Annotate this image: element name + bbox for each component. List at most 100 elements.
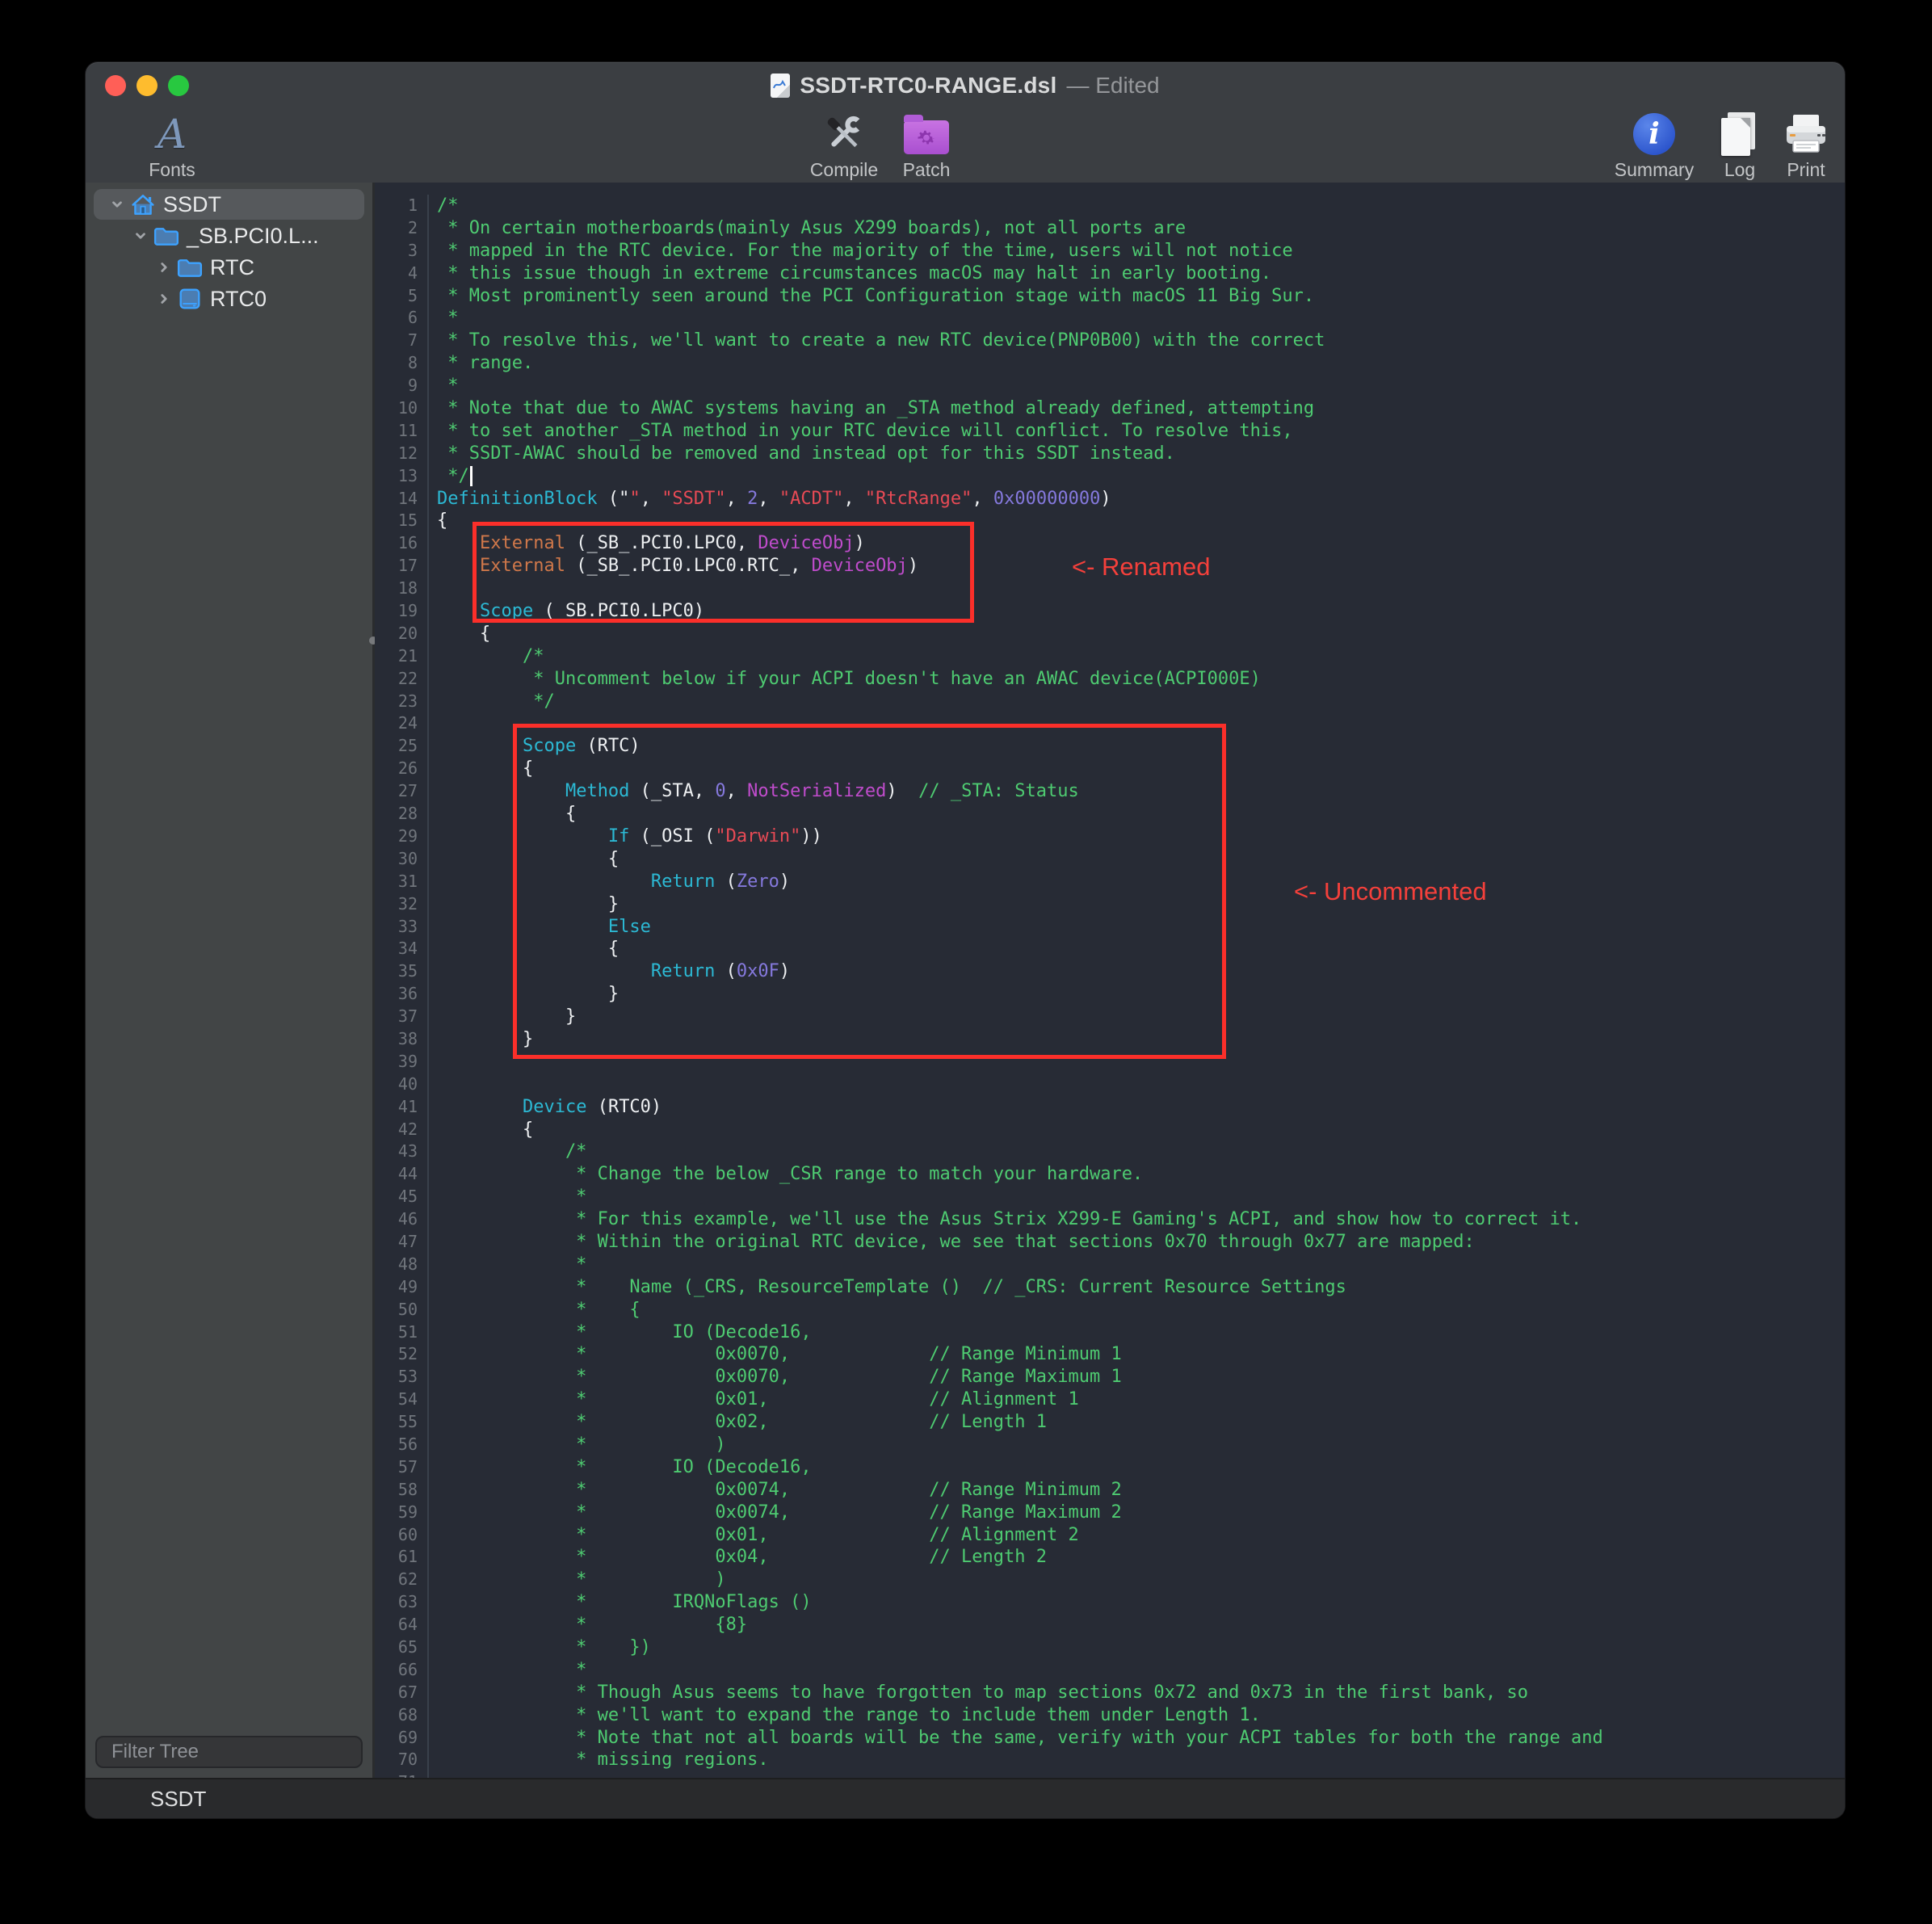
patch-button[interactable]: Patch xyxy=(866,111,987,181)
code-line[interactable]: 35 Return (0x0F) xyxy=(375,960,1845,983)
code-line[interactable]: 47 * Within the original RTC device, we … xyxy=(375,1231,1845,1254)
tree-item--sb-pci0-l-[interactable]: _SB.PCI0.L... xyxy=(94,221,364,251)
code-line[interactable]: 8 * range. xyxy=(375,352,1845,375)
filter-field[interactable] xyxy=(95,1736,363,1768)
code-line[interactable]: 5 * Most prominently seen around the PCI… xyxy=(375,285,1845,308)
code-line[interactable]: 46 * For this example, we'll use the Asu… xyxy=(375,1208,1845,1231)
code-line[interactable]: 30 { xyxy=(375,848,1845,871)
code-line[interactable]: 55 * 0x02, // Length 1 xyxy=(375,1411,1845,1434)
code-line[interactable]: 66 * xyxy=(375,1659,1845,1682)
code-line[interactable]: 48 * xyxy=(375,1254,1845,1276)
chevron-down-icon[interactable] xyxy=(107,197,128,212)
code-line[interactable]: 54 * 0x01, // Alignment 1 xyxy=(375,1388,1845,1411)
code-line[interactable]: 20 { xyxy=(375,623,1845,645)
code-text: * xyxy=(429,1254,1845,1276)
line-number: 37 xyxy=(375,1006,429,1028)
line-number: 36 xyxy=(375,983,429,1006)
code-line[interactable]: 51 * IO (Decode16, xyxy=(375,1321,1845,1344)
code-line[interactable]: 21 /* xyxy=(375,645,1845,668)
code-line[interactable]: 67 * Though Asus seems to have forgotten… xyxy=(375,1682,1845,1704)
code-line[interactable]: 45 * xyxy=(375,1186,1845,1208)
code-text: { xyxy=(429,938,1845,960)
code-line[interactable]: 41 Device (RTC0) xyxy=(375,1096,1845,1119)
chevron-right-icon[interactable] xyxy=(153,260,174,275)
line-number: 9 xyxy=(375,375,429,397)
code-line[interactable]: 56 * ) xyxy=(375,1434,1845,1456)
code-line[interactable]: 63 * IRQNoFlags () xyxy=(375,1591,1845,1614)
code-pane[interactable]: 1/*2 * On certain motherboards(mainly As… xyxy=(375,183,1845,1778)
code-text: * Note that due to AWAC systems having a… xyxy=(429,397,1845,420)
code-line[interactable]: 9 * xyxy=(375,375,1845,397)
code-line[interactable]: 36 } xyxy=(375,983,1845,1006)
code-text: * 0x02, // Length 1 xyxy=(429,1411,1845,1434)
code-line[interactable]: 23 */ xyxy=(375,691,1845,713)
code-line[interactable]: 49 * Name (_CRS, ResourceTemplate () // … xyxy=(375,1276,1845,1299)
code-line[interactable]: 34 { xyxy=(375,938,1845,960)
code-line[interactable]: 29 If (_OSI ("Darwin")) xyxy=(375,825,1845,848)
code-line[interactable]: 53 * 0x0070, // Range Maximum 1 xyxy=(375,1366,1845,1388)
code-line[interactable]: 28 { xyxy=(375,803,1845,825)
line-number: 71 xyxy=(375,1771,429,1778)
printer-icon xyxy=(1783,111,1829,158)
code-editor[interactable]: 1/*2 * On certain motherboards(mainly As… xyxy=(375,183,1845,1778)
status-scope-label: SSDT xyxy=(150,1787,206,1812)
code-line[interactable]: 65 * }) xyxy=(375,1636,1845,1659)
code-line[interactable]: 15{ xyxy=(375,510,1845,532)
code-line[interactable]: 32 } xyxy=(375,893,1845,916)
code-line[interactable]: 71 xyxy=(375,1771,1845,1778)
code-line[interactable]: 13 */ xyxy=(375,465,1845,488)
code-line[interactable]: 14DefinitionBlock ("", "SSDT", 2, "ACDT"… xyxy=(375,488,1845,510)
code-line[interactable]: 37 } xyxy=(375,1006,1845,1028)
code-text: Method (_STA, 0, NotSerialized) // _STA:… xyxy=(429,780,1845,803)
code-line[interactable]: 22 * Uncomment below if your ACPI doesn'… xyxy=(375,668,1845,691)
code-line[interactable]: 42 { xyxy=(375,1119,1845,1141)
code-line[interactable]: 60 * 0x01, // Alignment 2 xyxy=(375,1524,1845,1547)
code-line[interactable]: 24 xyxy=(375,712,1845,735)
code-line[interactable]: 31 Return (Zero) xyxy=(375,871,1845,893)
code-line[interactable]: 38 } xyxy=(375,1028,1845,1051)
line-number: 57 xyxy=(375,1456,429,1479)
code-line[interactable]: 25 Scope (RTC) xyxy=(375,735,1845,758)
tree-item-rtc0[interactable]: RTC0 xyxy=(94,284,364,314)
code-line[interactable]: 12 * SSDT-AWAC should be removed and ins… xyxy=(375,443,1845,465)
chevron-down-icon[interactable] xyxy=(130,229,151,243)
code-line[interactable]: 10 * Note that due to AWAC systems havin… xyxy=(375,397,1845,420)
code-line[interactable]: 44 * Change the below _CSR range to matc… xyxy=(375,1163,1845,1186)
code-line[interactable]: 1/* xyxy=(375,195,1845,217)
code-line[interactable]: 19 Scope (_SB.PCI0.LPC0) xyxy=(375,600,1845,623)
titlebar[interactable]: SSDT-RTC0-RANGE.dsl — Edited xyxy=(86,62,1845,109)
tree-item-ssdt[interactable]: SSDT xyxy=(94,189,364,220)
line-number: 14 xyxy=(375,488,429,510)
code-line[interactable]: 59 * 0x0074, // Range Maximum 2 xyxy=(375,1502,1845,1524)
fonts-button[interactable]: A Fonts xyxy=(111,111,233,181)
code-line[interactable]: 27 Method (_STA, 0, NotSerialized) // _S… xyxy=(375,780,1845,803)
chevron-right-icon[interactable] xyxy=(153,292,174,306)
code-line[interactable]: 39 xyxy=(375,1051,1845,1073)
tree-item-label: _SB.PCI0.L... xyxy=(182,224,319,249)
code-line[interactable]: 52 * 0x0070, // Range Minimum 1 xyxy=(375,1343,1845,1366)
code-line[interactable]: 58 * 0x0074, // Range Minimum 2 xyxy=(375,1479,1845,1502)
code-line[interactable]: 62 * ) xyxy=(375,1569,1845,1591)
print-button[interactable]: Print xyxy=(1745,111,1846,181)
code-line[interactable]: 11 * to set another _STA method in your … xyxy=(375,420,1845,443)
tree-item-label: RTC xyxy=(205,255,254,280)
code-line[interactable]: 4 * this issue though in extreme circums… xyxy=(375,263,1845,285)
code-line[interactable]: 61 * 0x04, // Length 2 xyxy=(375,1546,1845,1569)
code-line[interactable]: 7 * To resolve this, we'll want to creat… xyxy=(375,330,1845,352)
code-line[interactable]: 43 /* xyxy=(375,1141,1845,1163)
code-line[interactable]: 68 * we'll want to expand the range to i… xyxy=(375,1704,1845,1727)
tree-item-rtc[interactable]: RTC xyxy=(94,252,364,283)
line-number: 38 xyxy=(375,1028,429,1051)
code-line[interactable]: 70 * missing regions. xyxy=(375,1749,1845,1771)
filter-tree-input[interactable] xyxy=(111,1741,362,1763)
code-line[interactable]: 33 Else xyxy=(375,916,1845,939)
code-line[interactable]: 2 * On certain motherboards(mainly Asus … xyxy=(375,217,1845,240)
code-line[interactable]: 50 * { xyxy=(375,1299,1845,1321)
code-line[interactable]: 69 * Note that not all boards will be th… xyxy=(375,1727,1845,1750)
code-line[interactable]: 64 * {8} xyxy=(375,1614,1845,1636)
code-line[interactable]: 6 * xyxy=(375,307,1845,330)
code-line[interactable]: 40 xyxy=(375,1073,1845,1096)
code-line[interactable]: 57 * IO (Decode16, xyxy=(375,1456,1845,1479)
code-line[interactable]: 26 { xyxy=(375,758,1845,780)
code-line[interactable]: 3 * mapped in the RTC device. For the ma… xyxy=(375,240,1845,263)
